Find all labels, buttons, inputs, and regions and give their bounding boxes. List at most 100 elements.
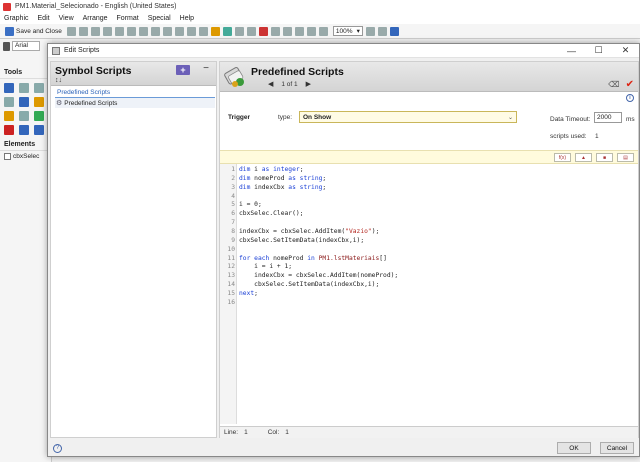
- help-icon[interactable]: ?: [53, 443, 62, 453]
- code-line[interactable]: 14 cbxSelec.SetItemData(indexCbx,i);: [220, 281, 638, 290]
- zoom-select[interactable]: 100% ▾: [332, 26, 363, 36]
- code-line[interactable]: 8 indexCbx = cbxSelec.AddItem("Vazio");: [220, 228, 638, 237]
- code-line[interactable]: 7: [220, 219, 638, 228]
- code-editor[interactable]: 1 dim i as integer; 2 dim nomeProd as strin…: [220, 164, 638, 424]
- arc-tool-icon[interactable]: [34, 97, 44, 107]
- script-icon[interactable]: [258, 26, 268, 36]
- menu-view[interactable]: View: [59, 15, 74, 22]
- paste-icon[interactable]: [102, 26, 112, 36]
- line-number: 1: [231, 166, 235, 173]
- script-logo-icon: [224, 67, 244, 87]
- scripts-used-value: 1: [595, 133, 599, 140]
- align-left-icon[interactable]: [150, 26, 160, 36]
- collapse-button[interactable]: −: [201, 63, 211, 74]
- menu-format[interactable]: Format: [117, 15, 139, 22]
- dialog-footer: ? OK Cancel: [48, 440, 639, 456]
- text-tool-icon[interactable]: [4, 111, 14, 121]
- copy-icon[interactable]: [90, 26, 100, 36]
- grid-icon[interactable]: [246, 26, 256, 36]
- script-pager: ◀ 1 of 1 ▶: [268, 80, 311, 89]
- chart-tool-icon[interactable]: [34, 125, 44, 135]
- ungroup-icon[interactable]: [198, 26, 208, 36]
- line-number: 10: [227, 245, 235, 253]
- line-tool-icon[interactable]: [19, 83, 29, 93]
- menu-edit[interactable]: Edit: [38, 15, 50, 22]
- align-right-icon[interactable]: [174, 26, 184, 36]
- zoom-100-icon[interactable]: [365, 26, 375, 36]
- ok-button[interactable]: OK: [557, 442, 591, 454]
- list-tool-icon[interactable]: [19, 111, 29, 121]
- code-line[interactable]: 2 dim nomeProd as string;: [220, 175, 638, 184]
- menu-special[interactable]: Special: [148, 15, 171, 22]
- function-icon[interactable]: f(x): [554, 153, 571, 162]
- code-line[interactable]: 9 cbxSelec.SetItemData(indexCbx,i);: [220, 237, 638, 246]
- zoom-value: 100%: [335, 27, 353, 35]
- code-line[interactable]: 10: [220, 246, 638, 255]
- next-page-icon[interactable]: ▶: [306, 80, 311, 88]
- line-number: 15: [227, 289, 235, 297]
- delete-icon[interactable]: [114, 26, 124, 36]
- eraser-icon[interactable]: ⌫: [608, 80, 619, 89]
- code-line[interactable]: 13 indexCbx = cbxSelec.AddItem(nomeProd)…: [220, 272, 638, 281]
- close-icon[interactable]: ✕: [612, 44, 639, 58]
- element-item[interactable]: cbxSelec: [0, 151, 51, 162]
- cancel-button[interactable]: Cancel: [600, 442, 634, 454]
- zoom-fit-icon[interactable]: [294, 26, 304, 36]
- pan-icon[interactable]: [318, 26, 328, 36]
- trigger-type-select[interactable]: On Show ⌄: [299, 111, 517, 123]
- group-icon[interactable]: [186, 26, 196, 36]
- data-timeout-field[interactable]: 2000: [594, 112, 622, 123]
- code-line[interactable]: 16: [220, 299, 638, 308]
- code-line[interactable]: 4: [220, 193, 638, 202]
- sort-icon[interactable]: ↕↓: [55, 77, 62, 84]
- print-icon[interactable]: [66, 26, 76, 36]
- script-list-item[interactable]: ⚙ Predefined Scripts: [55, 98, 215, 108]
- insert-symbol-icon[interactable]: ▲: [575, 153, 592, 162]
- insert-reference-icon[interactable]: ■: [596, 153, 613, 162]
- col-value: 1: [285, 429, 289, 436]
- code-line[interactable]: 15 next;: [220, 290, 638, 299]
- code-line[interactable]: 3 dim indexCbx as string;: [220, 184, 638, 193]
- zoom-page-icon[interactable]: [377, 26, 387, 36]
- close-tool-icon[interactable]: [4, 125, 14, 135]
- align-center-icon[interactable]: [162, 26, 172, 36]
- save-close-button[interactable]: Save and Close: [3, 26, 64, 36]
- zoom-out-icon[interactable]: [282, 26, 292, 36]
- minimize-icon[interactable]: —: [558, 44, 585, 58]
- zoom-in-icon[interactable]: [270, 26, 280, 36]
- cut-icon[interactable]: [78, 26, 88, 36]
- curve-tool-icon[interactable]: [19, 97, 29, 107]
- redo-icon[interactable]: [138, 26, 148, 36]
- trigger-type-value: On Show: [303, 113, 332, 121]
- code-line[interactable]: 11 for each nomeProd in PM1.lstMateriais[…: [220, 255, 638, 264]
- font-bar: Arial: [0, 39, 52, 53]
- code-line[interactable]: 12 i = i + 1;: [220, 263, 638, 272]
- checkbox-tool-icon[interactable]: [34, 111, 44, 121]
- line-number: 16: [227, 298, 235, 306]
- maximize-icon[interactable]: ☐: [585, 44, 612, 58]
- code-line[interactable]: 5 i = 0;: [220, 201, 638, 210]
- code-line[interactable]: 6 cbxSelec.Clear();: [220, 210, 638, 219]
- validate-check-icon[interactable]: ✔: [626, 79, 634, 90]
- trigger-settings: Trigger type: On Show ⌄ Data Timeout: 20…: [220, 92, 638, 150]
- layer-icon[interactable]: [234, 26, 244, 36]
- symbol-icon[interactable]: [210, 26, 220, 36]
- pointer-tool-icon[interactable]: [4, 83, 14, 93]
- link-icon[interactable]: [222, 26, 232, 36]
- menu-help[interactable]: Help: [180, 15, 194, 22]
- zoom-select-icon[interactable]: [306, 26, 316, 36]
- plus-tool-icon[interactable]: [34, 83, 44, 93]
- tools-header: Tools: [0, 67, 51, 79]
- code-line[interactable]: 1 dim i as integer;: [220, 166, 638, 175]
- menu-graphic[interactable]: Graphic: [4, 15, 29, 22]
- insert-list-icon[interactable]: ▤: [617, 153, 634, 162]
- undo-icon[interactable]: [126, 26, 136, 36]
- menu-arrange[interactable]: Arrange: [83, 15, 108, 22]
- code-token: indexCbx = cbxSelec.AddItem(nomeProd);: [239, 272, 399, 280]
- polygon-tool-icon[interactable]: [4, 97, 14, 107]
- font-name-field[interactable]: Arial: [12, 41, 40, 51]
- add-script-button[interactable]: +: [176, 65, 190, 75]
- grid-tool-icon[interactable]: [19, 125, 29, 135]
- view-mode-icon[interactable]: [389, 26, 399, 36]
- prev-page-icon[interactable]: ◀: [268, 80, 273, 88]
